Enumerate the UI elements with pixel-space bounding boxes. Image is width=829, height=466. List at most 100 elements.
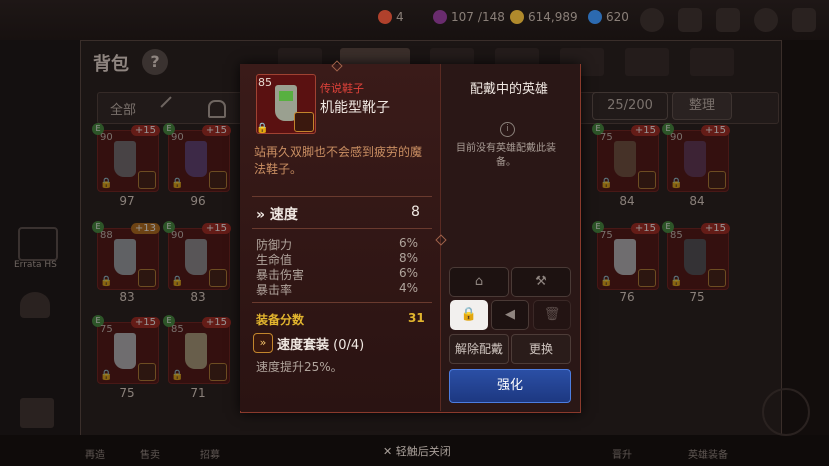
trash-icon: 🗑 (543, 307, 561, 322)
hammer-icon: ⚒ (535, 274, 547, 289)
mail-icon[interactable] (716, 8, 740, 32)
boot-icon (684, 239, 706, 275)
set-icon (638, 171, 656, 189)
left-label: Errata HS (14, 260, 57, 270)
lock-icon: 🔒 (171, 370, 184, 381)
filter-all[interactable]: 全部 (110, 99, 136, 118)
slot-value: 83 (190, 290, 206, 304)
set-icon (209, 171, 227, 189)
sub-stat-value: 4% (399, 281, 419, 295)
set-icon (708, 269, 726, 287)
stamina-icon (433, 10, 447, 24)
menu-grid-icon[interactable] (792, 8, 816, 32)
boot-icon (185, 141, 207, 177)
boot-icon (114, 239, 136, 275)
gold-coin-icon (510, 10, 524, 24)
set-effect: 速度提升25%。 (256, 360, 343, 374)
slot-value: 84 (689, 194, 705, 208)
dismantle-button[interactable]: ⚒ (511, 267, 571, 297)
shop-icon[interactable] (18, 227, 58, 261)
help-icon[interactable]: ? (142, 49, 168, 75)
alert-bell-icon[interactable] (20, 292, 50, 318)
lock-icon: 🔒 (600, 276, 613, 287)
helmet-filter-icon[interactable] (208, 100, 226, 118)
inventory-slot[interactable]: E 90 +15 🔒 (662, 123, 730, 192)
set-name: 速度套装 (0/4) (277, 338, 365, 353)
hero-panel-title: 配戴中的英雄 (470, 82, 549, 97)
share-button[interactable]: ◀ (491, 300, 529, 330)
inventory-slot[interactable]: E 90 +15 🔒 (163, 123, 231, 192)
score-label: 装备分数 (256, 313, 305, 327)
inventory-slot[interactable]: E 85 +15 🔒 (662, 221, 730, 290)
bag-capacity: 25/200 (592, 92, 668, 120)
lock-icon: 🔒 (670, 276, 683, 287)
storage-button[interactable]: ⌂ (449, 267, 509, 297)
friends-icon[interactable] (678, 8, 702, 32)
inventory-slot[interactable]: E 88 +13 🔒 (92, 221, 160, 290)
gem-icon (588, 10, 602, 24)
set-icon (708, 171, 726, 189)
tab-storage[interactable] (690, 48, 734, 76)
set-icon (209, 269, 227, 287)
divider (252, 228, 432, 229)
slot-value: 83 (119, 290, 135, 304)
slot-value: 96 (190, 194, 206, 208)
lock-icon: 🔒 (600, 178, 613, 189)
lock-icon: 🔒 (171, 178, 184, 189)
main-stat-name: » 速度 (256, 207, 298, 223)
delete-button[interactable]: 🗑 (533, 300, 571, 330)
tab-chest[interactable] (625, 48, 669, 76)
slot-value: 97 (119, 194, 135, 208)
boot-icon (114, 333, 136, 369)
bottom-tab[interactable]: 再造 (85, 446, 105, 461)
slot-value: 84 (619, 194, 635, 208)
inventory-slot[interactable]: E 90 +15 🔒 (163, 221, 231, 290)
inventory-slot[interactable]: E 75 +15 🔒 (592, 221, 660, 290)
sort-button[interactable]: 整理 (672, 92, 732, 120)
inventory-slot[interactable]: E 90 +15 🔒 (92, 123, 160, 192)
bottom-tab[interactable]: 售卖 (140, 446, 160, 461)
close-hint[interactable]: ✕ 轻触后关闭 (383, 443, 451, 459)
set-icon (638, 269, 656, 287)
slot-value: 75 (119, 386, 135, 400)
chat-icon[interactable] (754, 8, 778, 32)
divider (252, 196, 432, 197)
lock-icon: 🔒 (100, 370, 113, 381)
lock-icon: 🔒 (460, 307, 478, 322)
lock-icon: 🔒 (100, 276, 113, 287)
lock-icon: 🔒 (100, 178, 113, 189)
divider (252, 302, 432, 303)
balance-scale-icon[interactable] (20, 398, 54, 428)
score-value: 31 (408, 311, 425, 325)
inventory-slot[interactable]: E 75 +15 🔒 (92, 315, 160, 384)
top-bar (0, 0, 829, 40)
bag-title: 背包 (93, 54, 129, 75)
hero-empty-message: 目前没有英雄配戴此装备。 (456, 143, 556, 168)
inventory-slot[interactable]: E 75 +15 🔒 (592, 123, 660, 192)
replace-button[interactable]: 更换 (511, 334, 571, 364)
speed-set-icon: » (253, 333, 273, 353)
set-icon (209, 363, 227, 381)
enhance-button[interactable]: 强化 (449, 369, 571, 403)
bottom-tab[interactable]: 招募 (200, 446, 220, 461)
share-icon: ◀ (505, 307, 515, 322)
slot-value: 76 (619, 290, 635, 304)
add-currency-icon[interactable] (640, 8, 664, 32)
bottom-tab[interactable]: 英雄装备 (688, 446, 728, 461)
lock-button[interactable]: 🔒 (450, 300, 488, 330)
gem-counter: 620 (588, 10, 629, 24)
set-icon (138, 363, 156, 381)
slot-value: 71 (190, 386, 206, 400)
bottom-tab[interactable]: 晋升 (612, 446, 632, 461)
gold-counter: 614,989 (510, 10, 578, 24)
item-level: 85 (258, 76, 272, 89)
arrow-icon: » (256, 207, 266, 223)
set-icon (138, 269, 156, 287)
unequip-button[interactable]: 解除配戴 (449, 334, 509, 364)
inventory-slot[interactable]: E 85 +15 🔒 (163, 315, 231, 384)
boot-icon (114, 141, 136, 177)
sub-stat-value: 6% (399, 266, 419, 280)
lock-icon: 🔒 (256, 123, 269, 134)
stamina-counter: 107/148 (433, 10, 505, 24)
boot-icon (614, 239, 636, 275)
